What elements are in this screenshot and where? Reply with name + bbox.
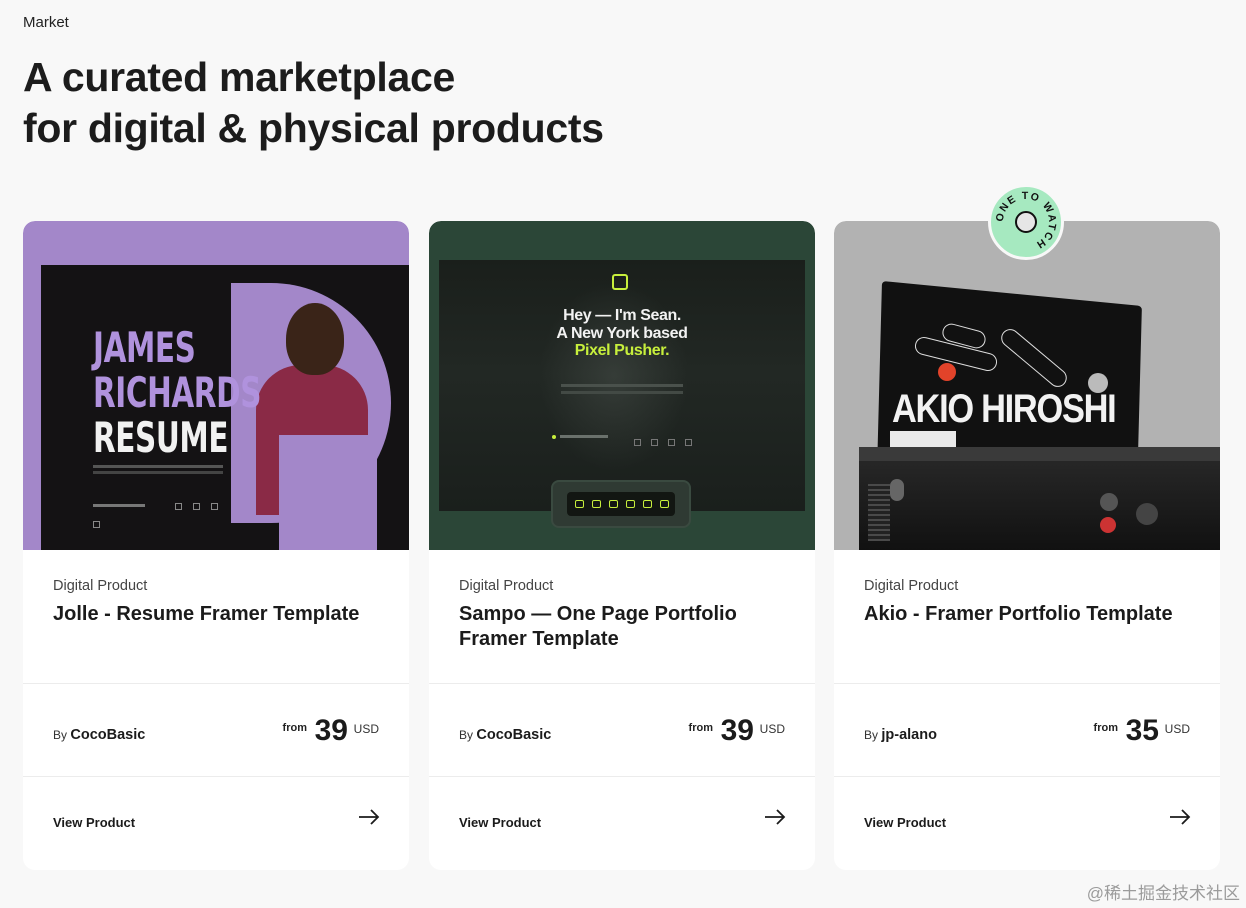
product-image-jolle[interactable]: JAMES RICHARDS RESUME [23,221,409,550]
price-from-label: from [1093,722,1118,734]
view-product-button[interactable]: View Product [834,777,1220,869]
price-currency: USD [353,722,379,736]
hardware-base [859,447,1220,550]
page-headline: A curated marketplace for digital & phys… [23,52,604,154]
product-price: 39 [314,714,348,747]
price-from-label: from [688,722,713,734]
logo-icon [612,274,628,290]
price-currency: USD [759,722,785,736]
price-currency: USD [1164,722,1190,736]
price-from-label: from [282,722,307,734]
product-price: 35 [1125,714,1159,747]
arrow-right-icon[interactable] [1168,805,1192,829]
arrow-right-icon[interactable] [357,805,381,829]
view-product-button[interactable]: View Product [429,777,815,869]
product-category: Digital Product [459,578,554,594]
page-eyebrow: Market [23,14,69,31]
product-image-sampo[interactable]: Hey — I'm Sean. A New York based Pixel P… [429,221,815,550]
view-product-button[interactable]: View Product [23,777,409,869]
product-author: By jp-alano [864,727,937,743]
headline-line-2: for digital & physical products [23,105,604,151]
product-image-akio[interactable]: AKIO HIROSHI [834,221,1220,550]
product-card-akio[interactable]: AKIO HIROSHI Digital Product Akio - Fram… [834,221,1220,870]
product-title[interactable]: Sampo — One Page Portfolio Framer Templa… [459,602,759,652]
headline-line-1: A curated marketplace [23,54,455,100]
product-category: Digital Product [864,578,959,594]
preview-dock [551,480,691,528]
preview-headline: AKIO HIROSHI [892,387,1117,431]
product-title[interactable]: Jolle - Resume Framer Template [53,602,379,627]
product-title[interactable]: Akio - Framer Portfolio Template [864,602,1190,627]
arrow-down-icon [938,363,956,381]
arrow-right-icon[interactable] [763,805,787,829]
preview-headline: JAMES RICHARDS RESUME [93,323,262,462]
preview-screen: JAMES RICHARDS RESUME [41,265,409,550]
product-author: By CocoBasic [53,727,146,743]
product-card-jolle[interactable]: JAMES RICHARDS RESUME Digital Product Jo… [23,221,409,870]
product-card-sampo[interactable]: Hey — I'm Sean. A New York based Pixel P… [429,221,815,870]
product-price: 39 [720,714,754,747]
product-category: Digital Product [53,578,148,594]
product-author: By CocoBasic [459,727,552,743]
preview-headline: Hey — I'm Sean. A New York based Pixel P… [556,307,688,359]
watermark: @稀土掘金技术社区 [1086,884,1240,903]
one-to-watch-badge: ONE TO WATCH [988,184,1064,260]
